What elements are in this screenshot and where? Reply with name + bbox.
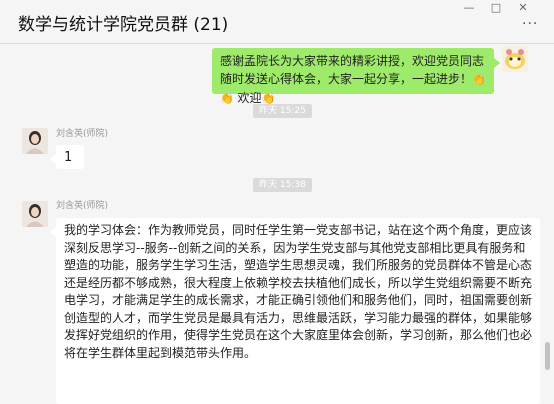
chat-history[interactable]: 感谢孟院长为大家带来的精彩讲授，欢迎党员同志随时发送心得体会，大家一起分享，一起…	[0, 44, 554, 404]
timestamp: 昨天 15:25	[253, 104, 312, 118]
scrollbar-thumb[interactable]	[545, 342, 550, 370]
message-bubble[interactable]: 1	[50, 145, 84, 169]
sender-avatar[interactable]	[22, 201, 48, 227]
close-button[interactable]: ✕	[512, 0, 534, 16]
sender-avatar[interactable]	[22, 128, 48, 154]
message-text-end: 欢迎	[237, 91, 262, 105]
message-text: 感谢孟院长为大家带来的精彩讲授，欢迎党员同志随时发送心得体会，大家一起分享，一起…	[220, 54, 485, 86]
sender-name: 刘含英(师院)	[56, 201, 109, 211]
minimize-button[interactable]: —	[458, 0, 480, 16]
chat-title: 数学与统计学院党员群 (21)	[18, 15, 229, 35]
more-options-icon[interactable]: ···	[522, 16, 538, 32]
message-bubble-self[interactable]: 感谢孟院长为大家带来的精彩讲授，欢迎党员同志随时发送心得体会，大家一起分享，一起…	[212, 48, 500, 105]
self-avatar[interactable]	[502, 46, 528, 72]
maximize-button[interactable]: □	[485, 0, 507, 16]
sender-name: 刘含英(师院)	[56, 129, 109, 139]
timestamp: 昨天 15:38	[253, 178, 312, 192]
title-bar: 数学与统计学院党员群 (21) — □ ✕ ···	[0, 0, 554, 44]
message-bubble[interactable]: 我的学习体会：作为教师党员，同时任学生第一党支部书记，站在这个两个角度，更应该深…	[50, 218, 540, 404]
